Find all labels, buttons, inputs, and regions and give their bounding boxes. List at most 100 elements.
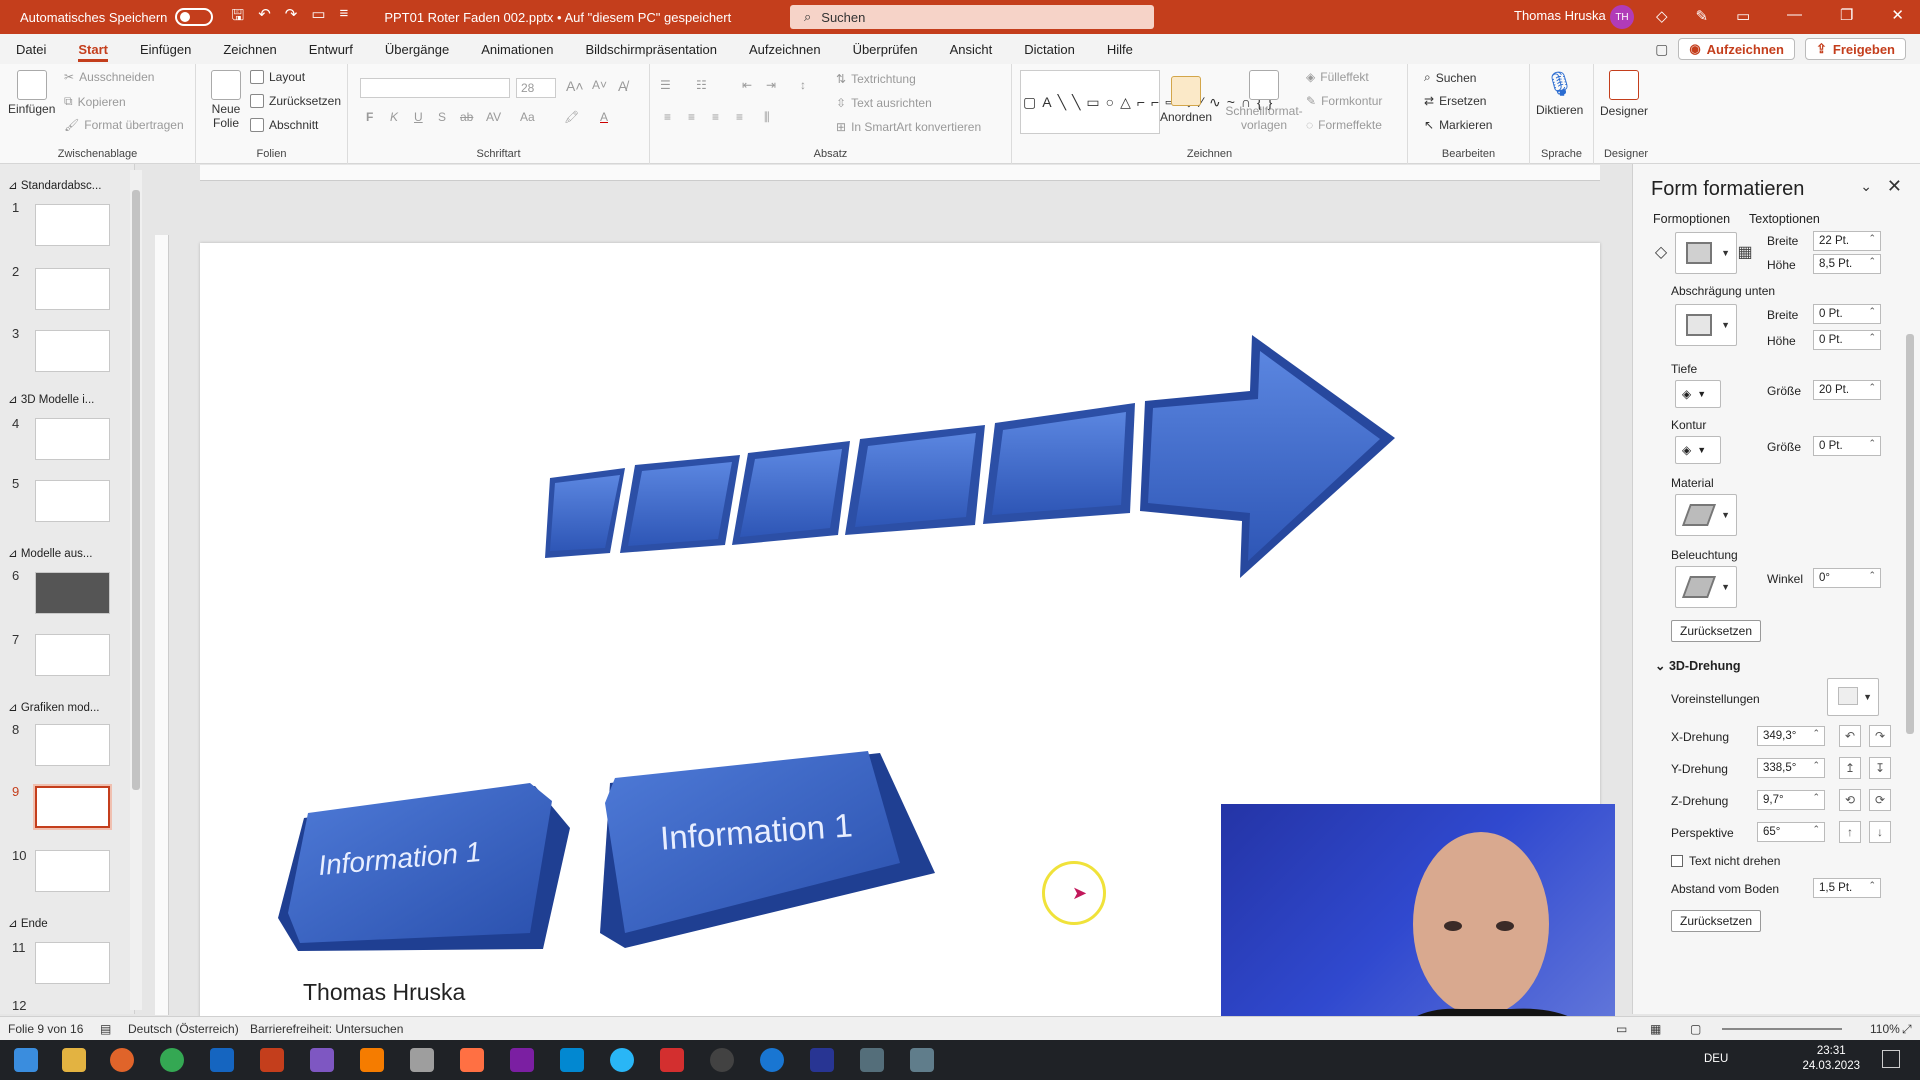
material-select[interactable]: ▼ bbox=[1675, 494, 1737, 536]
pane-close-icon[interactable]: ✕ bbox=[1887, 176, 1902, 197]
slide-thumbnail[interactable] bbox=[35, 942, 110, 984]
checkbox-box[interactable] bbox=[1671, 855, 1683, 867]
section-header[interactable]: ⊿ Modelle aus... bbox=[8, 546, 92, 560]
slide-thumbnail-selected[interactable] bbox=[35, 786, 110, 828]
close-icon[interactable]: ✕ bbox=[1891, 6, 1904, 24]
section-header[interactable]: ⊿ Ende bbox=[8, 916, 48, 930]
contour-size-input[interactable]: 0 Pt. bbox=[1813, 436, 1881, 456]
system-clock[interactable]: 23:31 24.03.2023 bbox=[1802, 1044, 1860, 1074]
paste-button[interactable]: Einfügen bbox=[8, 70, 55, 116]
bullets-icon[interactable]: ☰ bbox=[660, 78, 671, 92]
app-icon[interactable] bbox=[860, 1048, 884, 1072]
x-rotation-input[interactable]: 349,3° bbox=[1757, 726, 1825, 746]
autosave-toggle[interactable]: Automatisches Speichern bbox=[20, 8, 214, 26]
rotate-cw-icon[interactable]: ⟳ bbox=[1869, 789, 1891, 811]
tab-text-options[interactable]: Textoptionen bbox=[1749, 212, 1820, 226]
slide-thumbnail[interactable] bbox=[35, 480, 110, 522]
find-button[interactable]: ⌕ Suchen bbox=[1424, 70, 1476, 85]
distance-input[interactable]: 1,5 Pt. bbox=[1813, 878, 1881, 898]
tab-shape-options[interactable]: Formoptionen bbox=[1653, 212, 1730, 226]
z-rotation-input[interactable]: 9,7° bbox=[1757, 790, 1825, 810]
top-bevel-select[interactable]: ▼ bbox=[1675, 232, 1737, 274]
present-icon[interactable]: ▭ bbox=[311, 5, 325, 30]
slide-thumbnail[interactable] bbox=[35, 724, 110, 766]
slide-thumbnail[interactable] bbox=[35, 850, 110, 892]
start-icon[interactable] bbox=[14, 1048, 38, 1072]
rotate-down-icon[interactable]: ↧ bbox=[1869, 757, 1891, 779]
rotate-left-icon[interactable]: ↶ bbox=[1839, 725, 1861, 747]
line-spacing-icon[interactable]: ↕ bbox=[800, 78, 806, 92]
arrange-button[interactable]: Anordnen bbox=[1160, 76, 1212, 124]
clear-format-icon[interactable]: A̸ bbox=[618, 78, 627, 94]
dictate-button[interactable]: 🎙 Diktieren bbox=[1536, 70, 1583, 117]
slide-thumbnail[interactable] bbox=[35, 634, 110, 676]
align-left-icon[interactable]: ≡ bbox=[664, 110, 671, 124]
slide-thumbnail[interactable] bbox=[35, 330, 110, 372]
reset-rotation-button[interactable]: Zurücksetzen bbox=[1671, 910, 1762, 932]
replace-button[interactable]: ⇄ Ersetzen bbox=[1424, 94, 1486, 108]
section-button[interactable]: Abschnitt bbox=[250, 118, 318, 132]
comments-icon[interactable]: ▢ bbox=[1655, 41, 1668, 58]
acrobat-icon[interactable] bbox=[660, 1048, 684, 1072]
slide-sorter-icon[interactable]: ▦ bbox=[1650, 1022, 1661, 1036]
align-right-icon[interactable]: ≡ bbox=[712, 110, 719, 124]
smartart-button[interactable]: ⊞ In SmartArt konvertieren bbox=[836, 120, 981, 134]
font-family-select[interactable] bbox=[360, 78, 510, 98]
lighting-angle-input[interactable]: 0° bbox=[1813, 568, 1881, 588]
save-icon[interactable]: 🖫 bbox=[231, 5, 244, 30]
bottom-bevel-select[interactable]: ▼ bbox=[1675, 304, 1737, 346]
rotate-right-icon[interactable]: ↷ bbox=[1869, 725, 1891, 747]
fit-slide-icon[interactable]: ⤢ bbox=[1902, 1022, 1912, 1037]
pane-scrollbar[interactable] bbox=[1904, 234, 1916, 1004]
font-size-select[interactable]: 28 bbox=[516, 78, 556, 98]
powerpoint-icon[interactable] bbox=[260, 1048, 284, 1072]
text-direction-button[interactable]: ⇅ Textrichtung bbox=[836, 72, 916, 86]
font-color-icon[interactable]: A bbox=[600, 110, 608, 124]
section-header[interactable]: ⊿ Grafiken mod... bbox=[8, 700, 99, 714]
tab-start[interactable]: Start bbox=[62, 34, 124, 64]
rotate-up-icon[interactable]: ↥ bbox=[1839, 757, 1861, 779]
app-icon[interactable] bbox=[810, 1048, 834, 1072]
ribbon-display-icon[interactable]: ▭ bbox=[1736, 7, 1750, 25]
cut-button[interactable]: ✂ Ausschneiden bbox=[64, 70, 154, 84]
reading-view-icon[interactable]: ▢ bbox=[1690, 1022, 1701, 1036]
firefox-icon[interactable] bbox=[110, 1048, 134, 1072]
redo-icon[interactable]: ↷ bbox=[285, 5, 298, 30]
app-icon[interactable] bbox=[560, 1048, 584, 1072]
tab-überprüfen[interactable]: Überprüfen bbox=[837, 34, 934, 64]
align-center-icon[interactable]: ≡ bbox=[688, 110, 695, 124]
app-icon[interactable] bbox=[310, 1048, 334, 1072]
y-rotation-input[interactable]: 338,5° bbox=[1757, 758, 1825, 778]
notes-icon[interactable]: ▤ bbox=[100, 1022, 111, 1036]
avatar[interactable]: TH bbox=[1610, 5, 1634, 29]
quick-styles-button[interactable]: Schnellformat-vorlagen bbox=[1224, 70, 1304, 132]
onenote-icon[interactable] bbox=[510, 1048, 534, 1072]
file-explorer-icon[interactable] bbox=[62, 1048, 86, 1072]
autosave-switch[interactable] bbox=[175, 8, 214, 26]
highlight-icon[interactable]: 🖍 bbox=[564, 110, 579, 124]
zoom-slider[interactable] bbox=[1722, 1028, 1842, 1030]
obs-icon[interactable] bbox=[710, 1048, 734, 1072]
new-slide-button[interactable]: Neue Folie bbox=[206, 70, 246, 130]
undo-icon[interactable]: ↶ bbox=[258, 5, 271, 30]
italic-button[interactable]: K bbox=[390, 110, 398, 124]
reset-slide-button[interactable]: Zurücksetzen bbox=[250, 94, 341, 108]
scrollbar-thumb[interactable] bbox=[132, 190, 140, 790]
designer-button[interactable]: Designer bbox=[1600, 70, 1648, 118]
copy-button[interactable]: ⧉ Kopieren bbox=[64, 94, 126, 109]
contour-color-select[interactable]: ◈ ▼ bbox=[1675, 436, 1721, 464]
language-status[interactable]: Deutsch (Österreich) bbox=[128, 1022, 239, 1036]
app-icon[interactable] bbox=[760, 1048, 784, 1072]
bottom-bevel-height-input[interactable]: 0 Pt. bbox=[1813, 330, 1881, 350]
reset-bevel-button[interactable]: Zurücksetzen bbox=[1671, 620, 1762, 642]
tab-datei[interactable]: Datei bbox=[0, 34, 62, 64]
shape-fill-button[interactable]: ◈ Fülleffekt bbox=[1306, 70, 1369, 84]
lighting-select[interactable]: ▼ bbox=[1675, 566, 1737, 608]
tab-animationen[interactable]: Animationen bbox=[465, 34, 569, 64]
shadow-button[interactable]: S bbox=[438, 110, 446, 124]
scrollbar-thumb[interactable] bbox=[1906, 334, 1914, 734]
tab-zeichnen[interactable]: Zeichnen bbox=[207, 34, 292, 64]
format-painter-button[interactable]: 🖌 Format übertragen bbox=[64, 118, 184, 132]
depth-size-input[interactable]: 20 Pt. bbox=[1813, 380, 1881, 400]
indent-decrease-icon[interactable]: ⇤ bbox=[742, 78, 752, 92]
